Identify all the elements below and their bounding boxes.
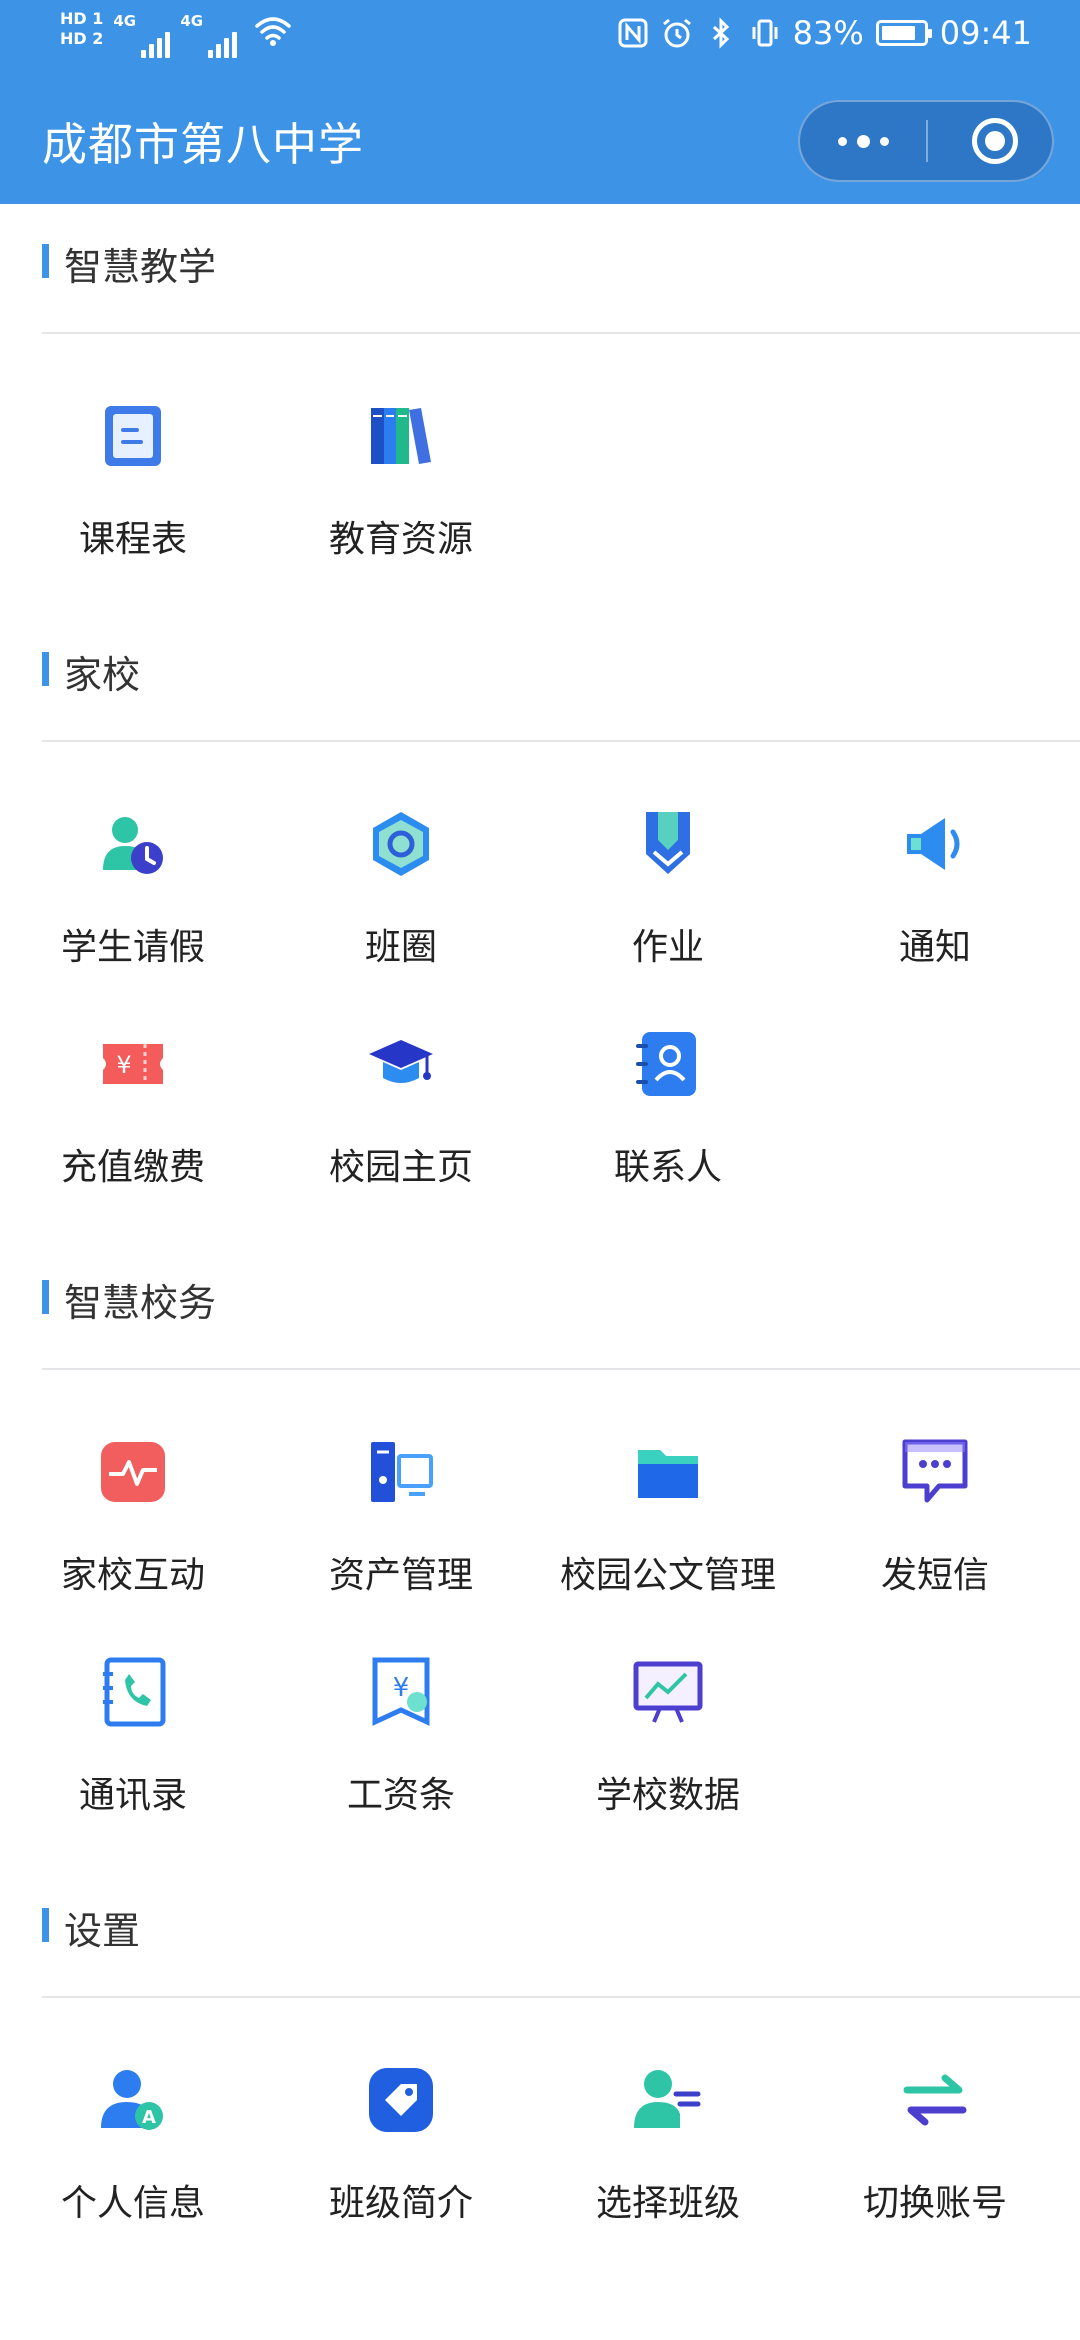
user-a-icon: A (101, 2070, 163, 2130)
grid-item[interactable]: 联系人 (535, 962, 795, 1188)
miniprogram-capsule (798, 100, 1054, 182)
section-3: 设置 A 个人信息 班级简介 选择班级 切换账号 (0, 1868, 1080, 2224)
section-accent-bar (42, 1280, 49, 1314)
grid-item[interactable]: ¥ 充值缴费 (0, 962, 260, 1188)
app-header: HD 1 HD 2 4G 4G 83% 09:41 成都市第八中学 (0, 0, 1080, 204)
section-2: 智慧校务 家校互动 资产管理 校园公文管理 发短信 通讯录 ¥ 工资条 学校数据 (0, 1240, 1080, 1816)
grid-item-label: 学校数据 (595, 1775, 740, 1816)
section-title: 设置 (64, 1909, 141, 1953)
books-icon (371, 408, 431, 464)
grid-item[interactable]: 家校互动 (0, 1370, 260, 1596)
heartbeat-icon (101, 1442, 165, 1502)
hd2-label: HD 2 (60, 29, 104, 48)
megaphone-icon (907, 818, 960, 870)
grid-item-label: 通讯录 (78, 1775, 187, 1816)
nfc-icon (618, 18, 648, 48)
svg-text:¥: ¥ (393, 1673, 410, 1703)
hd-indicator: HD 1 HD 2 (60, 10, 103, 48)
section-header: 设置 (0, 1868, 1080, 1998)
contact-book-icon (636, 1032, 696, 1096)
chat-bubble-icon (902, 1439, 968, 1503)
signal-1-tag: 4G (113, 12, 137, 30)
section-title: 智慧校务 (64, 1281, 217, 1325)
hd1-label: HD 1 (60, 9, 104, 28)
grid-item[interactable]: 通讯录 (0, 1590, 260, 1816)
signal-2-icon: 4G (180, 10, 238, 58)
svg-text:¥: ¥ (116, 1051, 131, 1079)
status-bar: HD 1 HD 2 4G 4G 83% 09:41 (0, 0, 1080, 74)
ticket-yuan-icon: ¥ (103, 1044, 163, 1084)
grid-item-label: 班级简介 (328, 2183, 473, 2224)
grid-item[interactable]: 通知 (802, 742, 1062, 968)
grid-item[interactable]: 选择班级 (535, 1998, 795, 2224)
section-1: 家校 学生请假 班圈 作业 通知 ¥ 充值缴费 校园主页 联系人 (0, 612, 1080, 1188)
grid-item[interactable]: A 个人信息 (0, 1998, 260, 2224)
grid-item-label: 课程表 (78, 519, 187, 560)
section-title: 家校 (64, 653, 141, 697)
section-title: 智慧教学 (64, 245, 217, 289)
yuan-receipt-icon: ¥ (372, 1657, 430, 1726)
grid-item[interactable]: 课程表 (0, 334, 260, 560)
grid-item[interactable]: 教育资源 (268, 334, 528, 560)
grid-item-label: 发短信 (880, 1555, 989, 1596)
section-header: 家校 (0, 612, 1080, 742)
grid-item[interactable]: 学校数据 (535, 1590, 795, 1816)
grid-item[interactable]: 发短信 (802, 1370, 1062, 1596)
grid-item-label: 通知 (898, 927, 971, 968)
tag-icon (369, 2068, 433, 2132)
signal-2-tag: 4G (180, 12, 204, 30)
grid-item-label: 校园主页 (328, 1147, 473, 1188)
section-header: 智慧校务 (0, 1240, 1080, 1370)
status-left: HD 1 HD 2 4G 4G (60, 10, 293, 58)
grid-item[interactable]: 校园主页 (268, 962, 528, 1188)
more-dots-icon[interactable] (800, 102, 926, 180)
computer-tower-icon (371, 1442, 433, 1502)
swap-arrows-icon (903, 2074, 967, 2126)
graduation-cap-icon (369, 1040, 433, 1083)
pencil-shield-icon (646, 812, 690, 874)
grid-item[interactable]: 班级简介 (268, 1998, 528, 2224)
grid-item-label: 教育资源 (328, 519, 473, 560)
alarm-icon (662, 18, 691, 48)
user-list-icon (634, 2070, 701, 2128)
section-header: 智慧教学 (0, 204, 1080, 334)
signal-1-icon: 4G (113, 10, 171, 58)
battery-percent: 83% (792, 14, 864, 52)
section-0: 智慧教学 课程表 教育资源 (0, 204, 1080, 560)
battery-icon (875, 20, 932, 46)
grid-item-label: 联系人 (613, 1147, 722, 1188)
schedule-icon (105, 406, 161, 466)
grid-item-label: 选择班级 (595, 2183, 740, 2224)
grid-item[interactable]: 切换账号 (802, 1998, 1062, 2224)
leave-clock-icon (103, 817, 163, 874)
section-accent-bar (42, 244, 49, 278)
grid-item[interactable]: 班圈 (268, 742, 528, 968)
grid-item-label: 工资条 (346, 1775, 455, 1816)
vibrate-icon (752, 19, 778, 47)
target-circle-icon[interactable] (972, 118, 1018, 164)
bluetooth-icon (712, 17, 729, 49)
page-title: 成都市第八中学 (42, 118, 365, 171)
chart-board-icon (633, 1661, 703, 1723)
capsule-divider (926, 120, 928, 162)
grid-item-label: 充值缴费 (60, 1147, 205, 1188)
section-accent-bar (42, 1908, 49, 1942)
clock: 09:41 (939, 14, 1032, 52)
hexagon-circle-icon (373, 812, 429, 876)
grid-item-label: 个人信息 (60, 2183, 205, 2224)
status-right: 83% 09:41 (617, 14, 1032, 52)
section-accent-bar (42, 652, 49, 686)
grid-item[interactable]: ¥ 工资条 (268, 1590, 528, 1816)
grid-item[interactable]: 学生请假 (0, 742, 260, 968)
wifi-icon (255, 17, 292, 46)
grid-item[interactable]: 资产管理 (268, 1370, 528, 1596)
grid-item-label: 切换账号 (862, 2183, 1007, 2224)
svg-text:A: A (142, 2107, 156, 2128)
phone-book-icon (103, 1657, 166, 1727)
folder-icon (638, 1450, 698, 1498)
grid-item[interactable]: 作业 (535, 742, 795, 968)
grid-item[interactable]: 校园公文管理 (535, 1370, 795, 1596)
